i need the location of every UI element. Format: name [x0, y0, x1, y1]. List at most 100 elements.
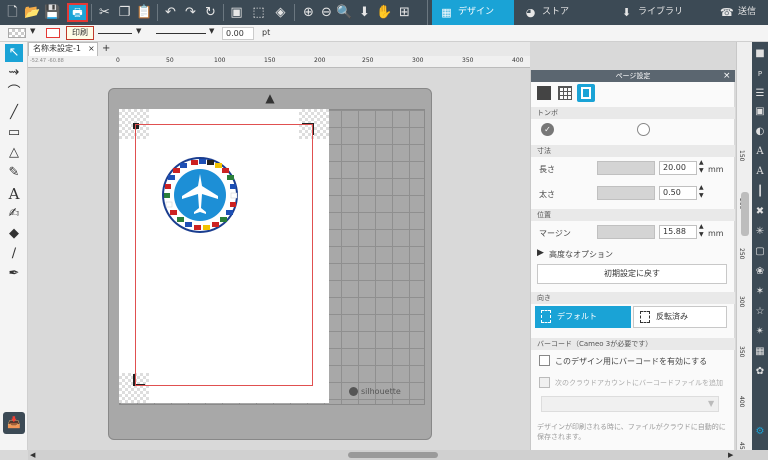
half-circle-icon[interactable]: ◐ [754, 126, 766, 138]
fill-color-swatch[interactable] [8, 28, 26, 38]
line-width-preview[interactable] [156, 33, 206, 34]
thickness-input[interactable]: 0.50 [659, 186, 697, 200]
page-setup-panel: ページ設定 × トンボ ✓ 寸法 長さ 20.00 ▲ ▼ mm 太さ 0.50 … [530, 70, 735, 450]
text-tool-icon[interactable]: A [5, 185, 23, 203]
doc-tab[interactable]: 名称未設定-1 × [28, 42, 98, 56]
modify-icon[interactable]: ❀ [754, 266, 766, 278]
length-input[interactable]: 20.00 [659, 161, 697, 175]
settings-gear-icon[interactable]: ⚙ [754, 426, 766, 438]
margin-input[interactable]: 15.88 [659, 225, 697, 239]
offset-icon[interactable]: ✴ [754, 326, 766, 338]
design-canvas[interactable]: ▲ silhouette [28, 68, 530, 450]
left-toolbar: ↖ ⇝ ⌒ ╱ ▭ △ ✎ A ✍ ◆ ∕ ✒ 📥 [0, 42, 28, 450]
scroll-left-icon[interactable]: ◀ [30, 450, 35, 460]
barcode-enable-checkbox[interactable] [539, 355, 550, 366]
fit-page-icon[interactable]: ⊞ [396, 4, 413, 21]
select-arrow-icon[interactable]: ↖ [5, 44, 23, 62]
redo-icon[interactable]: ↷ [182, 4, 199, 21]
curve-tool-icon[interactable]: ⌒ [5, 84, 23, 102]
print-icon[interactable]: 🖶 [67, 3, 88, 22]
cut-icon[interactable]: ✂ [96, 4, 113, 21]
regmarks-on-radio[interactable]: ✓ [541, 123, 554, 136]
knife-icon[interactable]: ✶ [754, 286, 766, 298]
tab-store-label: ストア [542, 7, 570, 17]
line-style-preview[interactable] [98, 33, 132, 34]
thickness-stepper-icon[interactable]: ▲ ▼ [699, 184, 704, 200]
refresh-icon[interactable]: ↻ [202, 4, 219, 21]
image-icon[interactable]: ▣ [754, 106, 766, 118]
page-icon[interactable] [537, 86, 551, 100]
line-color-swatch[interactable] [46, 28, 60, 38]
trace-icon[interactable]: ☆ [754, 306, 766, 318]
knife-tool-icon[interactable]: ∕ [5, 245, 23, 263]
tab-design[interactable]: ▦ デザイン [432, 0, 514, 25]
line-tool-icon[interactable]: ╱ [5, 104, 23, 122]
group-select-icon[interactable]: ◈ [272, 4, 289, 21]
eraser-tool-icon[interactable]: ◆ [5, 225, 23, 243]
zoom-area-icon[interactable]: 🔍 [336, 4, 353, 21]
zoom-in-icon[interactable]: ⊕ [300, 4, 317, 21]
vruler-label: 150 [738, 150, 745, 162]
barcode-cloud-checkbox[interactable] [539, 377, 550, 388]
airplane-emblem[interactable] [161, 156, 239, 234]
line-style-arrow-icon[interactable]: ▼ [136, 27, 141, 35]
font-icon[interactable]: A [754, 146, 766, 158]
regmarks-off-radio[interactable] [637, 123, 650, 136]
add-tab-icon[interactable]: + [102, 42, 110, 56]
line-width-arrow-icon[interactable]: ▼ [209, 27, 214, 35]
preferences-icon[interactable]: P [754, 68, 766, 80]
transform-icon[interactable]: ✳ [754, 226, 766, 238]
tab-library[interactable]: ⬇ ライブラリ [612, 0, 712, 25]
vertical-scrollbar-thumb[interactable] [741, 192, 749, 236]
scroll-right-icon[interactable]: ▶ [728, 450, 733, 460]
replicate-icon[interactable]: ✖ [754, 206, 766, 218]
panel-close-icon[interactable]: × [723, 70, 731, 82]
margin-slider[interactable] [597, 225, 655, 239]
length-stepper-icon[interactable]: ▲ ▼ [699, 159, 704, 175]
advanced-options-link[interactable]: 高度なオプション [549, 249, 613, 260]
open-folder-icon[interactable]: 📂 [24, 4, 41, 21]
zoom-out-icon[interactable]: ⊖ [318, 4, 335, 21]
thickness-slider[interactable] [597, 186, 655, 200]
new-document-icon[interactable]: 🗋 [4, 4, 21, 21]
library-panel-icon[interactable]: 📥 [3, 412, 25, 434]
reset-button[interactable]: 初期設定に戻す [537, 264, 727, 284]
copy-icon[interactable]: ❐ [116, 4, 133, 21]
line-width-input[interactable]: 0.00 [222, 27, 254, 40]
cloud-account-select[interactable]: ▼ [541, 396, 719, 412]
save-icon[interactable]: 💾 [44, 4, 61, 21]
sketch-icon[interactable]: ✿ [754, 366, 766, 378]
fill-dropdown-arrow-icon[interactable]: ▼ [30, 27, 35, 35]
regmarks-icon[interactable] [577, 84, 595, 102]
point-edit-icon[interactable]: ⇝ [5, 64, 23, 82]
grid-icon[interactable] [558, 86, 572, 100]
fill-lines-icon[interactable]: ☰ [754, 88, 766, 100]
edit-text-icon[interactable]: ✍ [5, 205, 23, 223]
undo-icon[interactable]: ↶ [162, 4, 179, 21]
page-setup-icon[interactable]: ■ [754, 48, 766, 60]
horizontal-scrollbar[interactable]: ◀ ▶ [28, 450, 768, 460]
move-down-icon[interactable]: ⬇ [356, 4, 373, 21]
reversed-orientation-button[interactable]: 反転済み [633, 306, 727, 328]
default-orientation-button[interactable]: デフォルト [535, 306, 631, 328]
deselect-icon[interactable]: ⬚ [250, 4, 267, 21]
advanced-options-play-icon[interactable]: ▶ [537, 248, 544, 258]
tab-send[interactable]: ☎ 送信 [712, 0, 768, 25]
tab-store[interactable]: ◕ ストア [516, 0, 598, 25]
align-icon[interactable]: ┃ [754, 186, 766, 198]
layer-icon[interactable]: ▦ [754, 346, 766, 358]
margin-stepper-icon[interactable]: ▲ ▼ [699, 223, 704, 239]
rectangle-tool-icon[interactable]: ▭ [5, 124, 23, 142]
eyedropper-icon[interactable]: ✒ [5, 265, 23, 283]
select-all-icon[interactable]: ▣ [228, 4, 245, 21]
paste-icon[interactable]: 📋 [136, 4, 153, 21]
polygon-tool-icon[interactable]: △ [5, 144, 23, 162]
horizontal-scrollbar-thumb[interactable] [348, 452, 438, 458]
length-slider[interactable] [597, 161, 655, 175]
close-icon[interactable]: × [88, 43, 95, 55]
group-icon[interactable]: ▢ [754, 246, 766, 258]
right-toolbar: ■ P ☰ ▣ ◐ A A ┃ ✖ ✳ ▢ ❀ ✶ ☆ ✴ ▦ ✿ ⚙ [752, 42, 768, 450]
font-style-icon[interactable]: A [754, 166, 766, 178]
pencil-tool-icon[interactable]: ✎ [5, 164, 23, 182]
pan-hand-icon[interactable]: ✋ [376, 4, 393, 21]
